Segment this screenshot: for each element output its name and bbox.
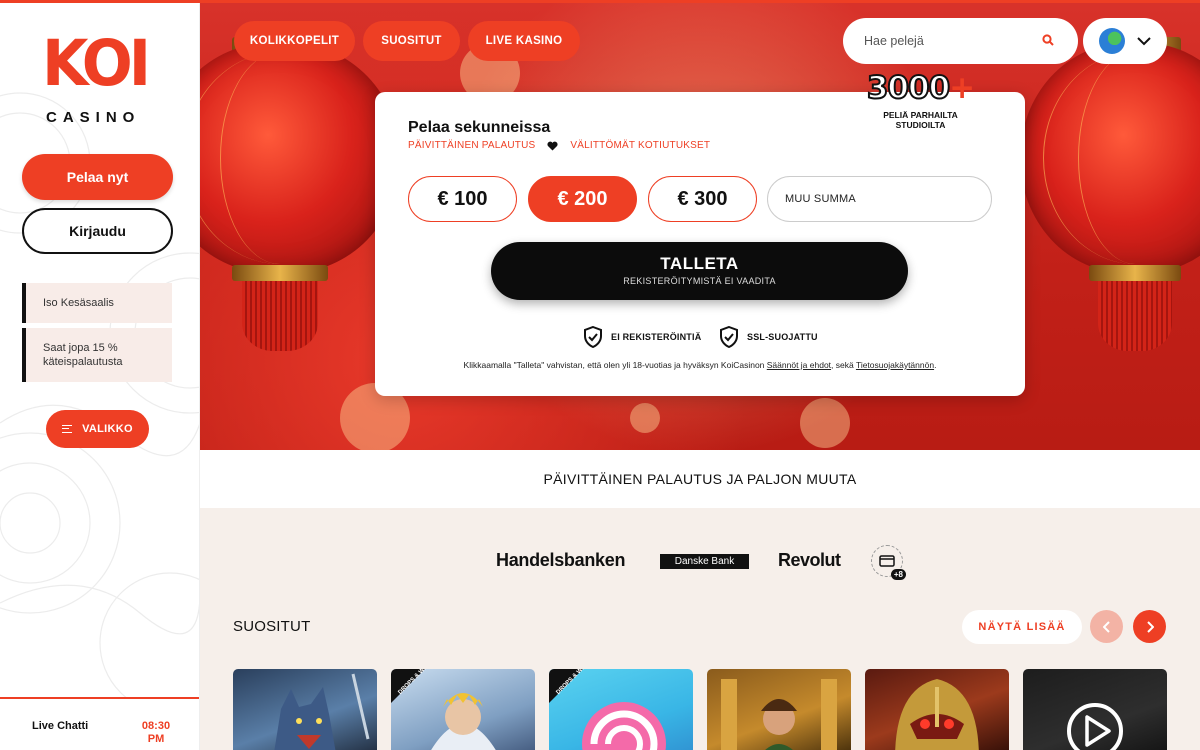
deposit-button-sublabel: REKISTERÖITYMISTÄ EI VAADITA — [623, 276, 776, 286]
hamburger-icon — [62, 425, 73, 433]
explorer-artwork — [721, 679, 837, 750]
benefits-strip: PÄIVITTÄINEN PALAUTUS JA PALJON MUUTA — [200, 450, 1200, 508]
chat-time: 08:30 PM — [141, 720, 171, 746]
warrior-artwork — [895, 679, 979, 750]
handelsbanken-logo: Handelsbanken — [496, 550, 626, 570]
no-registration-label: EI REKISTERÖINTIÄ — [611, 332, 702, 342]
game-tile[interactable] — [1023, 669, 1167, 750]
amount-200-button[interactable]: € 200 — [528, 176, 637, 222]
other-amount-placeholder: MUU SUMMA — [785, 193, 856, 205]
logo-wordmark: CASINO — [46, 109, 141, 126]
badge-number-value: 3000 — [866, 70, 951, 106]
deposit-button[interactable]: TALLETA REKISTERÖITYMISTÄ EI VAADITA — [491, 242, 908, 300]
terms-link[interactable]: Säännöt ja ehdot — [767, 360, 831, 370]
badge-plus: + — [949, 70, 975, 106]
section-title-popular: SUOSITUT — [233, 618, 311, 635]
promo-label: Iso Kesäsaalis — [43, 296, 114, 309]
menu-label: VALIKKO — [82, 423, 133, 435]
bokeh-light — [800, 398, 850, 448]
lantern-left — [200, 37, 400, 351]
tab-popular[interactable]: SUOSITUT — [363, 21, 460, 61]
lantern-right — [1020, 37, 1200, 351]
no-registration-badge: EI REKISTERÖINTIÄ — [583, 326, 701, 348]
promo-item-cashback[interactable]: Saat jopa 15 % käteispalautusta — [22, 328, 172, 382]
ssl-badge: SSL-SUOJATTU — [719, 326, 818, 348]
bokeh-light — [630, 403, 660, 433]
privacy-link[interactable]: Tietosuojakäytännön — [856, 360, 934, 370]
logo-mark: KOI — [42, 27, 151, 101]
deposit-title: Pelaa sekunneissa — [408, 119, 551, 136]
badge-caption: PELIÄ PARHAILTA STUDIOILTA — [883, 110, 958, 130]
legal-mid: , sekä — [831, 360, 856, 370]
show-more-button[interactable]: NÄYTÄ LISÄÄ — [962, 610, 1082, 644]
search-icon[interactable] — [1042, 34, 1054, 46]
badge-number: 3000+ — [858, 70, 983, 106]
lantern-cap — [232, 265, 328, 281]
benefits-text: PÄIVITTÄINEN PALAUTUS JA PALJON MUUTA — [543, 471, 857, 487]
game-tile[interactable] — [233, 669, 377, 750]
chevron-right-icon — [1146, 620, 1154, 633]
danske-bank-logo: Danske Bank — [660, 554, 749, 569]
feature-instant-withdrawals: VÄLITTÖMÄT KOTIUTUKSET — [570, 140, 711, 151]
chevron-left-icon — [1102, 620, 1110, 633]
amount-100-button[interactable]: € 100 — [408, 176, 517, 222]
deposit-button-label: TALLETA — [660, 254, 739, 273]
more-payments-icon: +8 — [871, 545, 906, 580]
heart-icon — [547, 141, 558, 151]
other-amount-input[interactable]: MUU SUMMA — [767, 176, 992, 222]
search-input[interactable]: Hae pelejä — [843, 18, 1078, 64]
feature-daily-cashback: PÄIVITTÄINEN PALAUTUS — [408, 140, 536, 151]
legal-end: . — [934, 360, 937, 370]
carousel-prev-button[interactable] — [1090, 610, 1123, 643]
deposit-card: Pelaa sekunneissa PÄIVITTÄINEN PALAUTUS … — [375, 92, 1025, 396]
promo-label: Saat jopa 15 % käteispalautusta — [43, 341, 123, 368]
tab-live-casino[interactable]: LIVE KASINO — [468, 21, 580, 61]
menu-button[interactable]: VALIKKO — [46, 410, 149, 448]
shield-check-icon — [584, 326, 602, 348]
shield-check-icon — [720, 326, 738, 348]
more-payments-count: +8 — [890, 569, 906, 580]
tab-slots[interactable]: KOLIKKOPELIT — [234, 21, 355, 61]
lantern-cap — [1089, 265, 1181, 281]
chevron-down-icon — [1137, 36, 1151, 45]
wolf-artwork — [274, 673, 370, 750]
live-chat-bar[interactable]: Live Chatti 08:30 PM — [0, 697, 199, 750]
legal-prefix: Klikkaamalla "Talleta" vahvistan, että o… — [463, 360, 767, 370]
language-selector[interactable] — [1083, 18, 1167, 64]
carousel-next-button[interactable] — [1133, 610, 1166, 643]
play-circle-icon — [1067, 703, 1123, 750]
play-now-button[interactable]: Pelaa nyt — [22, 154, 173, 200]
ssl-label: SSL-SUOJATTU — [747, 332, 818, 342]
revolut-logo: Revolut — [778, 550, 841, 570]
hero-banner: KOLIKKOPELIT SUOSITUT LIVE KASINO Hae pe… — [200, 3, 1200, 450]
deposit-features: PÄIVITTÄINEN PALAUTUS VÄLITTÖMÄT KOTIUTU… — [408, 140, 710, 151]
legal-text: Klikkaamalla "Talleta" vahvistan, että o… — [375, 360, 1025, 370]
login-button[interactable]: Kirjaudu — [22, 208, 173, 254]
game-tile[interactable] — [865, 669, 1009, 750]
amount-300-button[interactable]: € 300 — [648, 176, 757, 222]
game-tile[interactable]: DROPS & WINS — [391, 669, 535, 750]
promo-item-summer[interactable]: Iso Kesäsaalis — [22, 283, 172, 323]
sidebar: KOI CASINO Pelaa nyt Kirjaudu Iso Kesäsa… — [0, 3, 200, 750]
game-tile[interactable]: DROPS & WINS — [549, 669, 693, 750]
lantern-tassel — [1098, 281, 1172, 351]
payment-methods: Handelsbanken Danske Bank Revolut +8 — [200, 540, 1200, 585]
koi-casino-logo[interactable]: KOI CASINO — [40, 27, 160, 133]
top-accent-line — [0, 0, 1200, 3]
live-chat-label: Live Chatti — [32, 720, 89, 732]
lantern-tassel — [241, 281, 319, 351]
games-count-badge: 3000+ PELIÄ PARHAILTA STUDIOILTA — [858, 70, 983, 131]
globe-icon — [1099, 28, 1125, 54]
search-placeholder: Hae pelejä — [864, 34, 924, 48]
game-tile[interactable] — [707, 669, 851, 750]
